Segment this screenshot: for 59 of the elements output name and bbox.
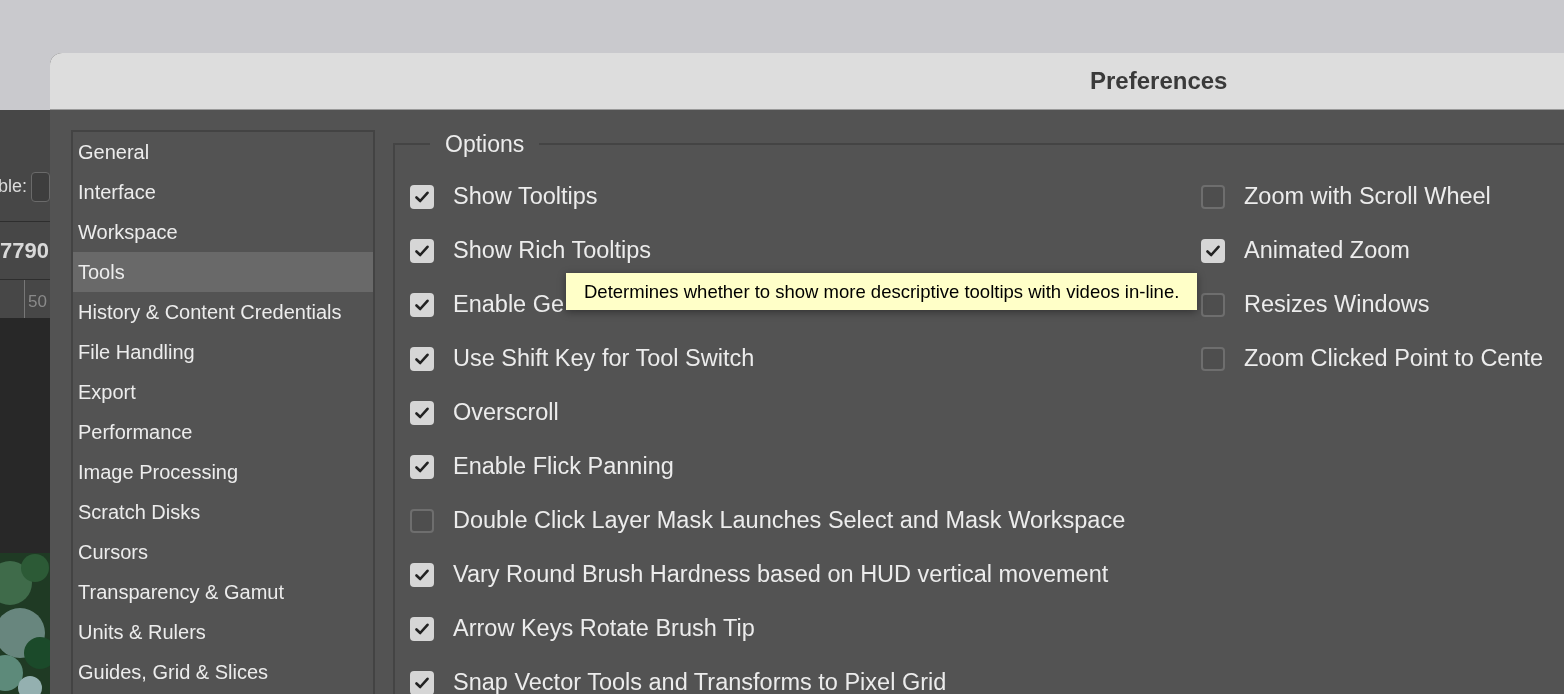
checked-checkbox[interactable] [410,616,434,641]
checkmark-icon [415,406,429,419]
checked-checkbox[interactable] [410,346,434,371]
sidebar-item[interactable]: Units & Rulers [73,612,373,652]
checkbox[interactable] [410,508,434,533]
sidebar-item[interactable]: Scratch Disks [73,492,373,532]
ruler-number: 50 [28,290,47,313]
document-size: 7790 [0,237,49,265]
sidebar-item[interactable]: Workspace [73,212,373,252]
tooltip: Determines whether to show more descriptive tooltips with videos in-line. [566,273,1198,310]
checkmark-icon [415,244,429,257]
checkmark-icon [415,622,429,635]
sidebar-item[interactable]: Image Processing [73,452,373,492]
checkmark-icon [415,190,429,203]
checkmark-icon [415,568,429,581]
group-title: Options [444,130,526,159]
checkmark-icon [1206,244,1220,257]
sidebar-item[interactable]: General [73,132,373,172]
option-label: Enable Flick Panning [453,451,674,481]
checkbox[interactable] [1201,346,1225,371]
window-title: Preferences [1090,66,1228,96]
option-label: Enable Ge [453,289,565,319]
checkmark-icon [415,460,429,473]
toolbar-label: ble: [0,175,28,198]
sidebar-item[interactable]: Interface [73,172,373,212]
option-label: Show Rich Tooltips [453,235,652,265]
toolbar-field[interactable] [31,171,50,202]
sidebar-item[interactable]: Tools [73,252,373,292]
option-label: Double Click Layer Mask Launches Select and Mask Workspace [453,505,1126,535]
checkbox[interactable] [1201,184,1225,209]
sidebar-item[interactable]: File Handling [73,332,373,372]
option-label: Resizes Windows [1244,289,1430,319]
checked-checkbox[interactable] [410,238,434,263]
checked-checkbox[interactable] [410,184,434,209]
option-label: Zoom Clicked Point to Cente [1244,343,1544,373]
option-label: Show Tooltips [453,181,598,211]
checked-checkbox[interactable] [1201,238,1225,263]
option-label: Arrow Keys Rotate Brush Tip [453,613,755,643]
checkmark-icon [415,298,429,311]
option-label: Overscroll [453,397,559,427]
sidebar-item[interactable]: Performance [73,412,373,452]
checked-checkbox[interactable] [410,400,434,425]
sidebar-item[interactable]: Export [73,372,373,412]
checked-checkbox[interactable] [410,454,434,479]
option-label: Animated Zoom [1244,235,1410,265]
checked-checkbox[interactable] [410,292,434,317]
sidebar-item[interactable]: Transparency & Gamut [73,572,373,612]
option-label: Zoom with Scroll Wheel [1244,181,1491,211]
checkmark-icon [415,352,429,365]
option-label: Use Shift Key for Tool Switch [453,343,755,373]
sidebar-item[interactable]: Guides, Grid & Slices [73,652,373,692]
checkbox[interactable] [1201,292,1225,317]
option-label: Snap Vector Tools and Transforms to Pixel Grid [453,667,947,694]
checked-checkbox[interactable] [410,562,434,587]
sidebar-item[interactable]: History & Content Credentials [73,292,373,332]
checkmark-icon [415,676,429,689]
checked-checkbox[interactable] [410,670,434,694]
option-label: Vary Round Brush Hardness based on HUD vertical movement [453,559,1109,589]
sidebar-item[interactable]: Cursors [73,532,373,572]
